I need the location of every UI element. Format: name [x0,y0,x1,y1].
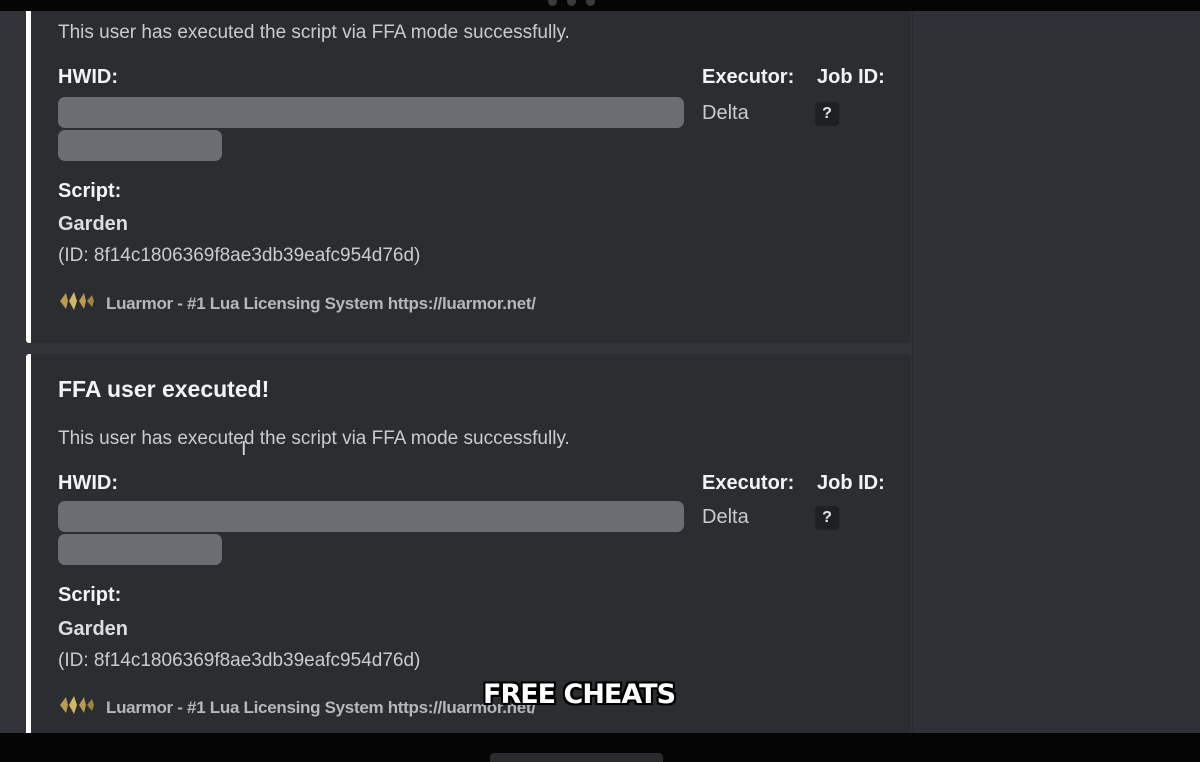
hwid-label: HWID: [58,66,118,88]
executor-label: Executor: [702,472,795,494]
job-id-label: Job ID: [817,66,885,88]
luarmor-logo-icon [58,694,96,721]
script-label: Script: [58,180,122,202]
embed-card-1: This user has executed the script via FF… [26,11,911,343]
job-id-value[interactable]: ? [815,102,839,126]
hwid-redacted-line-1 [58,97,684,128]
embed-description: This user has executed the script via FF… [58,428,570,449]
executor-value: Delta [702,506,749,528]
video-bottom-bar [0,733,1200,762]
embed-description: This user has executed the script via FF… [58,22,570,43]
executor-label: Executor: [702,66,795,88]
job-id-label: Job ID: [817,472,885,494]
video-top-bar [0,0,1200,11]
hwid-label: HWID: [58,472,118,494]
hwid-redacted-line-1 [58,501,684,532]
video-caption-overlay: FREE CHEATS [483,679,676,710]
text-cursor-icon: I [241,438,247,460]
script-name: Garden [58,618,129,640]
job-id-value[interactable]: ? [815,506,839,530]
hwid-redacted-line-2 [58,130,222,161]
luarmor-logo-icon [58,290,96,317]
executor-value: Delta [702,102,749,124]
home-indicator [490,753,663,762]
footer-text: Luarmor - #1 Lua Licensing System https:… [106,293,536,313]
hwid-redacted-line-2 [58,534,222,565]
script-label: Script: [58,584,122,606]
embed-footer: Luarmor - #1 Lua Licensing System https:… [58,290,536,317]
script-id: (ID: 8f14c1806369f8ae3db39eafc954d76d) [58,245,421,266]
top-dots [548,0,595,6]
embed-title: FFA user executed! [58,376,270,402]
embed-card-2: FFA user executed! This user has execute… [26,354,911,733]
footer-text: Luarmor - #1 Lua Licensing System https:… [106,697,536,717]
script-id: (ID: 8f14c1806369f8ae3db39eafc954d76d) [58,650,421,671]
script-name: Garden [58,213,129,235]
discord-channel-view: This user has executed the script via FF… [0,11,1200,733]
embed-footer: Luarmor - #1 Lua Licensing System https:… [58,694,536,721]
right-side-pane [912,11,1200,733]
